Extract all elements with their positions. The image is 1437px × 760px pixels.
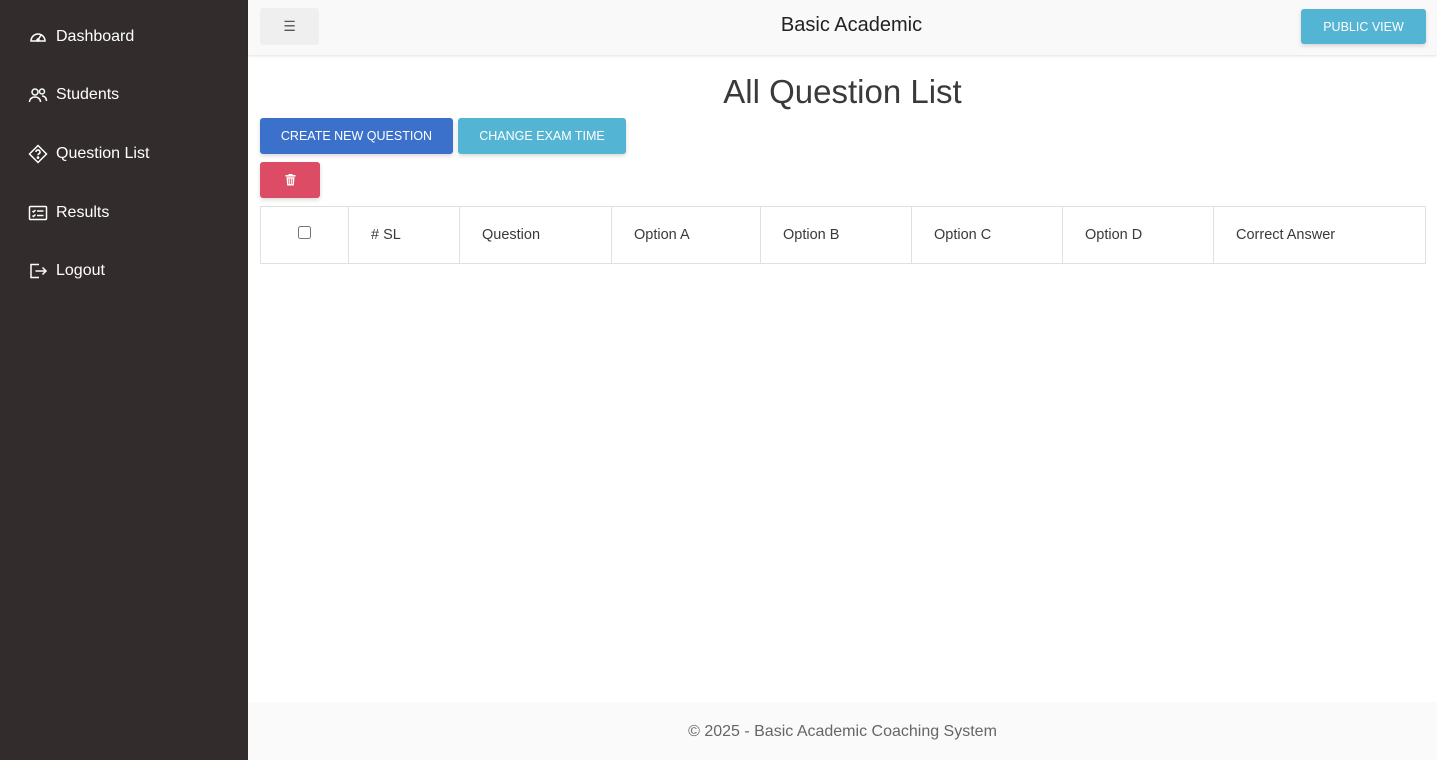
footer-copyright: © 2025 - Basic Academic Coaching System [688, 723, 997, 740]
list-card-icon [28, 203, 48, 223]
sidebar-item-label: Results [56, 204, 110, 221]
footer: © 2025 - Basic Academic Coaching System [248, 702, 1437, 760]
sidebar-item-label: Question List [56, 145, 150, 162]
column-header: Option C [911, 206, 1063, 264]
question-table: # SL Question Option A Option B Option C… [260, 206, 1426, 264]
sidebar-item-label: Logout [56, 262, 105, 279]
column-header: # SL [348, 206, 460, 264]
main-content: All Question List CREATE NEW QUESTION CH… [248, 55, 1437, 702]
trash-icon [285, 174, 296, 186]
sidebar-item-label: Dashboard [56, 28, 135, 45]
column-header: Option A [611, 206, 761, 264]
public-view-button[interactable]: PUBLIC VIEW [1301, 9, 1426, 44]
sidebar-item-results[interactable]: Results [28, 203, 109, 223]
gauge-icon [28, 27, 48, 47]
change-exam-time-button[interactable]: CHANGE EXAM TIME [458, 118, 626, 154]
sidebar-item-dashboard[interactable]: Dashboard [28, 27, 134, 47]
sidebar: Dashboard Students Question List Results… [0, 0, 248, 760]
select-all-checkbox[interactable] [298, 226, 311, 239]
sidebar-item-question-list[interactable]: Question List [28, 144, 149, 164]
create-question-button[interactable]: CREATE NEW QUESTION [260, 118, 453, 154]
sidebar-item-logout[interactable]: Logout [28, 261, 105, 281]
column-header: Correct Answer [1213, 206, 1426, 264]
users-icon [28, 85, 48, 105]
select-all-cell [260, 206, 349, 264]
column-header: Option B [760, 206, 912, 264]
table-header-row: # SL Question Option A Option B Option C… [260, 206, 1426, 264]
sidebar-item-students[interactable]: Students [28, 85, 119, 105]
page-title: All Question List [723, 73, 962, 110]
logout-icon [28, 261, 48, 281]
column-header: Option D [1062, 206, 1214, 264]
question-tag-icon [28, 144, 48, 164]
top-navbar: ☰ Basic Academic PUBLIC VIEW [248, 0, 1437, 55]
delete-button[interactable] [260, 162, 320, 198]
sidebar-item-label: Students [56, 86, 120, 103]
column-header: Question [459, 206, 612, 264]
brand-title: Basic Academic [780, 14, 923, 36]
